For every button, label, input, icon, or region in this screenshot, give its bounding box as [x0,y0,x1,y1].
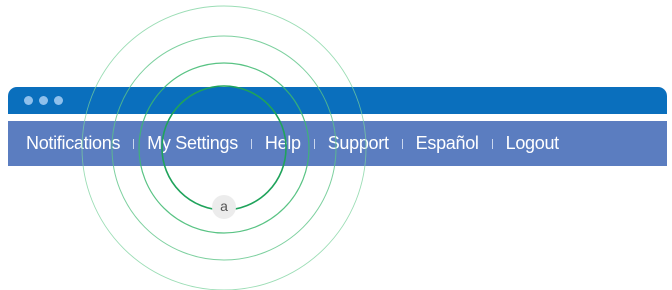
top-nav-bar: Notifications My Settings Help Support E… [8,121,667,166]
titlebar-divider [8,114,667,121]
window-titlebar [8,87,667,114]
nav-separator [313,138,315,149]
browser-window: Notifications My Settings Help Support E… [8,87,667,179]
nav-link-espanol[interactable]: Español [416,133,479,154]
nav-separator [250,138,252,149]
nav-link-support[interactable]: Support [328,133,389,154]
annotation-marker: a [212,195,236,219]
nav-link-my-settings[interactable]: My Settings [147,133,238,154]
window-dot-icon[interactable] [24,96,33,105]
nav-separator [401,138,403,149]
window-dot-icon[interactable] [39,96,48,105]
window-controls [24,96,63,105]
window-dot-icon[interactable] [54,96,63,105]
nav-separator [491,138,493,149]
nav-link-logout[interactable]: Logout [506,133,560,154]
nav-separator [133,138,135,149]
nav-link-notifications[interactable]: Notifications [26,133,120,154]
nav-link-help[interactable]: Help [265,133,301,154]
